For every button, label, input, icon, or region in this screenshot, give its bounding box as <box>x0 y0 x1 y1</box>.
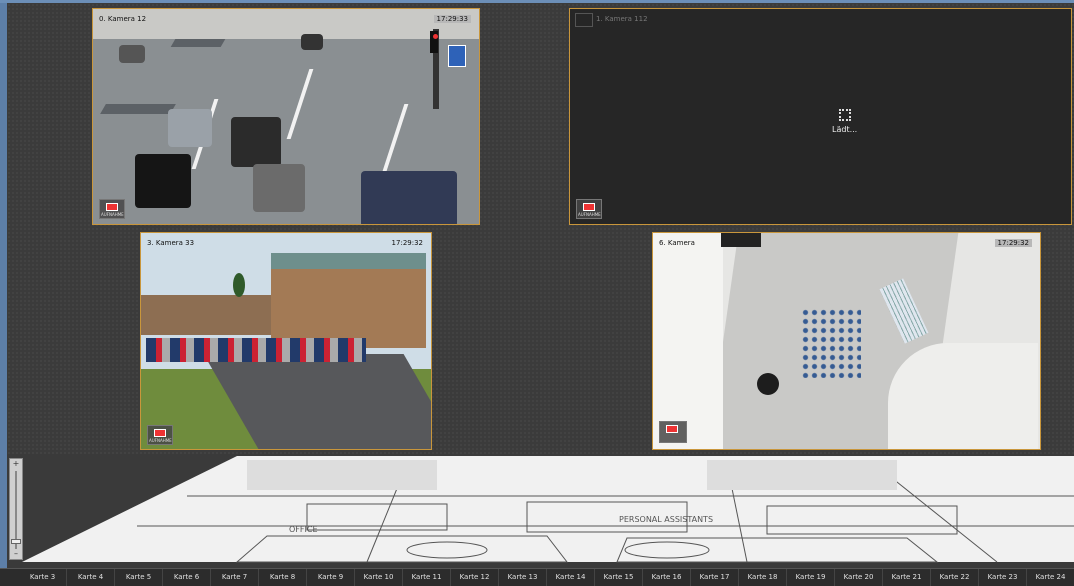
camera-tile-kamera-12[interactable]: 0. Kamera 12 17:29:33 AUFNAHME <box>92 8 480 225</box>
camera-tile-kamera-112[interactable]: 1. Kamera 112 Lädt... AUFNAHME <box>569 8 1072 225</box>
guard-rail <box>100 104 176 114</box>
tab-karte-7[interactable]: Karte 7 <box>211 569 259 586</box>
tab-karte-23[interactable]: Karte 23 <box>979 569 1027 586</box>
record-label: AUFNAHME <box>101 212 124 217</box>
tab-karte-4[interactable]: Karte 4 <box>67 569 115 586</box>
car <box>119 45 145 63</box>
camera-timestamp: 17:29:33 <box>433 15 471 23</box>
lane-marking <box>381 104 409 174</box>
record-label: AUFNAHME <box>578 212 601 217</box>
zoom-in-button[interactable]: + <box>12 460 20 468</box>
tab-karte-10[interactable]: Karte 10 <box>355 569 403 586</box>
tab-karte-8[interactable]: Karte 8 <box>259 569 307 586</box>
tab-karte-13[interactable]: Karte 13 <box>499 569 547 586</box>
plan-label-personal-assistants: PERSONAL ASSISTANTS <box>619 515 713 524</box>
camera-tile-kamera-6[interactable]: 6. Kamera 17:29:32 <box>652 232 1041 450</box>
camera-title: 0. Kamera 12 <box>99 15 147 23</box>
tab-karte-19[interactable]: Karte 19 <box>787 569 835 586</box>
map-tab-bar: Karte 3 Karte 4 Karte 5 Karte 6 Karte 7 Karte… <box>0 568 1074 586</box>
floor-plan-image: OFFICE PERSONAL ASSISTANTS <box>22 456 1074 563</box>
side-building <box>141 295 271 335</box>
camera-title: 6. Kamera <box>659 239 695 247</box>
tab-karte-6[interactable]: Karte 6 <box>163 569 211 586</box>
camera-thumbnail-icon <box>575 13 593 27</box>
car <box>253 164 305 212</box>
tab-karte-20[interactable]: Karte 20 <box>835 569 883 586</box>
tab-karte-22[interactable]: Karte 22 <box>931 569 979 586</box>
plan-label-office: OFFICE <box>289 525 318 534</box>
tab-karte-5[interactable]: Karte 5 <box>115 569 163 586</box>
car <box>135 154 191 208</box>
camera-tile-kamera-33[interactable]: 3. Kamera 33 17:29:32 AUFNAHME <box>140 232 432 450</box>
lane-marking <box>286 69 314 139</box>
tab-karte-18[interactable]: Karte 18 <box>739 569 787 586</box>
car <box>168 109 212 147</box>
van <box>361 171 457 224</box>
building-roof <box>271 253 426 269</box>
car <box>231 117 281 167</box>
person <box>757 373 779 395</box>
car <box>301 34 323 50</box>
tab-karte-9[interactable]: Karte 9 <box>307 569 355 586</box>
wall-poster <box>801 308 861 378</box>
record-button[interactable]: AUFNAHME <box>147 425 173 445</box>
road-sign <box>448 45 466 67</box>
tab-karte-15[interactable]: Karte 15 <box>595 569 643 586</box>
loading-spinner-icon <box>839 109 851 121</box>
tree <box>233 273 245 297</box>
tab-karte-11[interactable]: Karte 11 <box>403 569 451 586</box>
road-background <box>93 9 479 39</box>
record-label: AUFNAHME <box>149 438 172 443</box>
camera-timestamp: 17:29:32 <box>994 239 1032 247</box>
floor-plan-view[interactable]: OFFICE PERSONAL ASSISTANTS + – <box>7 454 1074 568</box>
record-button[interactable]: AUFNAHME <box>576 199 602 219</box>
tab-karte-12[interactable]: Karte 12 <box>451 569 499 586</box>
office-ceiling-shadow <box>721 233 761 247</box>
chair <box>888 343 1038 449</box>
tab-karte-3[interactable]: Karte 3 <box>19 569 67 586</box>
tab-karte-21[interactable]: Karte 21 <box>883 569 931 586</box>
camera-title: 1. Kamera 112 <box>596 15 648 23</box>
guard-rail <box>170 39 226 47</box>
loading-status: Lädt... <box>832 125 858 134</box>
tab-karte-17[interactable]: Karte 17 <box>691 569 739 586</box>
record-button[interactable] <box>659 421 687 443</box>
record-icon <box>154 429 166 437</box>
zoom-thumb[interactable] <box>11 539 21 544</box>
record-button[interactable]: AUFNAHME <box>99 199 125 219</box>
record-icon <box>666 425 678 433</box>
zoom-track[interactable] <box>15 471 17 549</box>
tab-karte-16[interactable]: Karte 16 <box>643 569 691 586</box>
zoom-slider[interactable]: + – <box>9 458 23 560</box>
left-edge-strip <box>0 0 7 586</box>
tab-karte-14[interactable]: Karte 14 <box>547 569 595 586</box>
record-icon <box>106 203 118 211</box>
record-icon <box>583 203 595 211</box>
parked-cars <box>146 338 366 362</box>
camera-title: 3. Kamera 33 <box>147 239 195 247</box>
office-wall <box>653 233 723 449</box>
camera-timestamp: 17:29:32 <box>391 239 423 247</box>
tab-karte-24[interactable]: Karte 24 <box>1027 569 1074 586</box>
traffic-light-red <box>433 34 438 39</box>
zoom-out-button[interactable]: – <box>12 550 20 558</box>
